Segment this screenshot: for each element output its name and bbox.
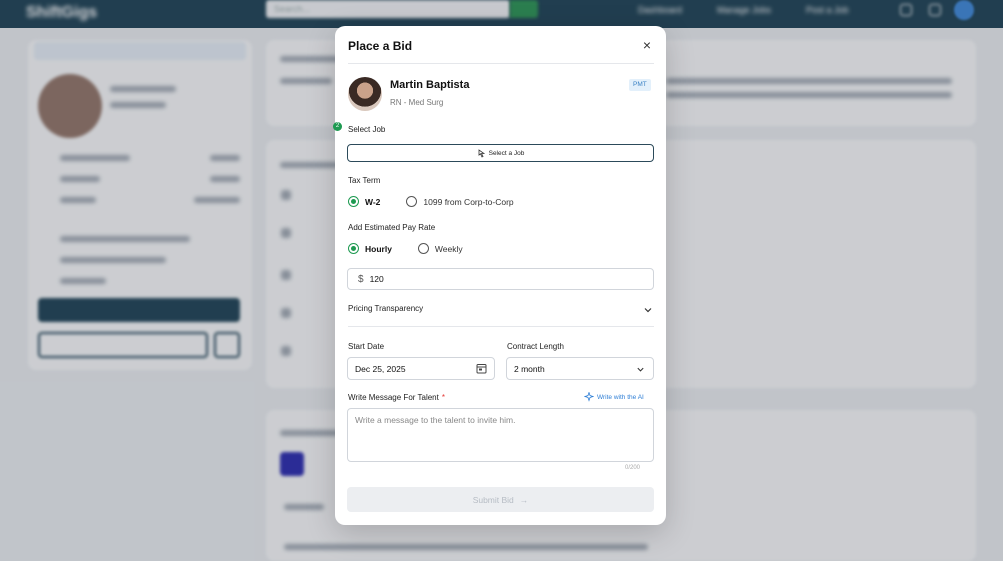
sparkle-icon: [584, 392, 594, 402]
contract-length-value: 2 month: [514, 363, 545, 374]
contract-length-label: Contract Length: [507, 342, 564, 351]
pay-rate-value: 120: [369, 274, 384, 284]
required-mark: *: [441, 393, 445, 402]
talent-avatar: [348, 77, 382, 111]
divider: [348, 63, 654, 64]
start-date-field[interactable]: Dec 25, 2025: [347, 357, 495, 380]
pointer-icon: [478, 148, 485, 158]
start-date-label: Start Date: [348, 342, 385, 351]
place-bid-modal: Place a Bid × Martin Baptista RN - Med S…: [335, 26, 666, 525]
chevron-down-icon: [637, 367, 644, 372]
submit-bid-button[interactable]: Submit Bid →: [347, 487, 654, 512]
submit-bid-label: Submit Bid: [472, 494, 514, 505]
chevron-down-icon: [644, 308, 652, 313]
talent-role: RN - Med Surg: [390, 98, 444, 107]
select-job-label: Select Job: [348, 125, 386, 134]
dollar-icon: $: [358, 273, 364, 285]
talent-name: Martin Baptista: [390, 79, 470, 91]
radio-w2-label[interactable]: W-2: [365, 197, 380, 207]
radio-hourly[interactable]: [348, 243, 359, 254]
pay-rate-options: Hourly Weekly: [348, 243, 463, 254]
message-textarea[interactable]: Write a message to the talent to invite …: [347, 408, 654, 462]
pay-rate-input[interactable]: $ 120: [347, 268, 654, 290]
message-label-text: Write Message For Talent: [348, 393, 439, 402]
radio-w2[interactable]: [348, 196, 359, 207]
arrow-right-icon: →: [519, 494, 529, 505]
write-with-ai-label: Write with the AI: [597, 393, 644, 401]
radio-1099[interactable]: [406, 196, 418, 207]
select-job-label-text: Select a Job: [488, 149, 525, 157]
step-badge: 2: [333, 122, 342, 131]
start-date-value: Dec 25, 2025: [355, 363, 406, 374]
pricing-transparency-label: Pricing Transparency: [348, 304, 424, 313]
write-with-ai-link[interactable]: Write with the AI: [584, 392, 644, 402]
pay-rate-label: Add Estimated Pay Rate: [348, 223, 436, 232]
select-job-button[interactable]: Select a Job: [347, 144, 654, 162]
contract-length-select[interactable]: 2 month: [506, 357, 654, 380]
tax-term-label: Tax Term: [348, 176, 381, 185]
radio-hourly-label[interactable]: Hourly: [365, 244, 392, 254]
radio-weekly[interactable]: [417, 243, 429, 254]
char-counter: 0/200: [625, 465, 641, 471]
modal-title: Place a Bid: [348, 39, 413, 53]
calendar-icon[interactable]: [476, 363, 487, 374]
tax-term-options: W-2 1099 from Corp-to-Corp: [348, 196, 514, 207]
radio-1099-label[interactable]: 1099 from Corp-to-Corp: [423, 197, 513, 207]
radio-weekly-label[interactable]: Weekly: [435, 244, 463, 254]
status-badge: PMT: [629, 79, 651, 91]
message-label: Write Message For Talent *: [348, 393, 445, 402]
close-icon[interactable]: ×: [640, 38, 654, 52]
pricing-transparency-accordion[interactable]: Pricing Transparency: [348, 297, 654, 327]
